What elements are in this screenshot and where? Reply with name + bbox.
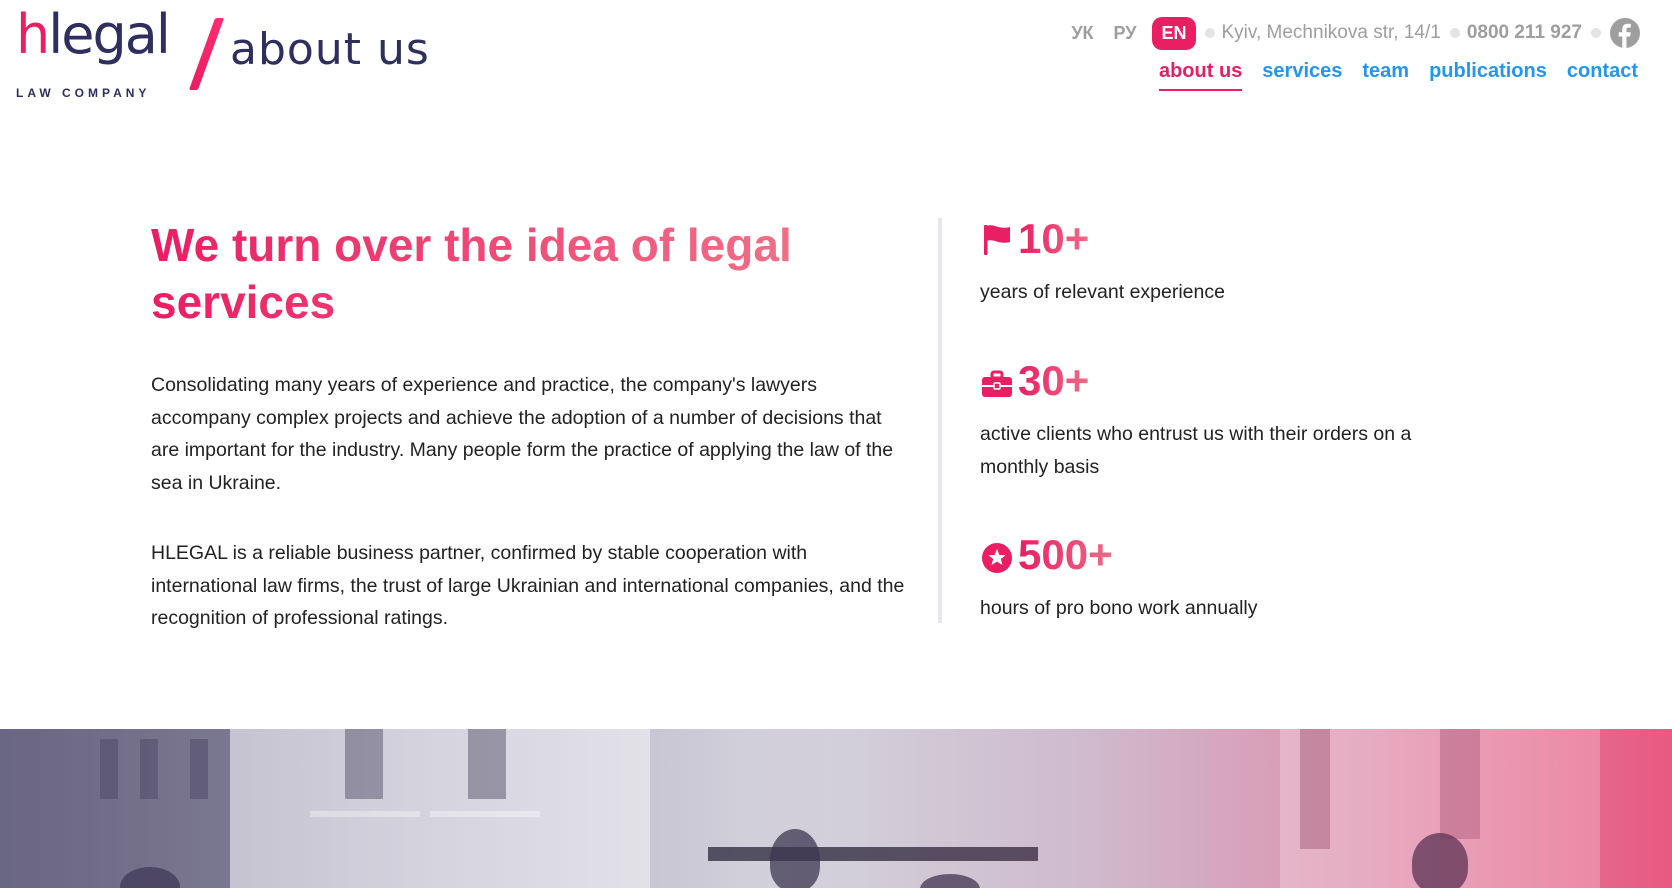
- nav-team[interactable]: team: [1362, 60, 1409, 91]
- lang-uk[interactable]: УК: [1061, 23, 1103, 44]
- headline: We turn over the idea of legal services: [151, 217, 891, 331]
- intro-paragraph: Consolidating many years of experience a…: [151, 374, 894, 494]
- stat-value: 500+: [1018, 531, 1113, 578]
- lang-ru[interactable]: РУ: [1104, 23, 1147, 44]
- team-photo: [0, 729, 1672, 888]
- separator-dot: [1204, 28, 1215, 38]
- logo-slash: [188, 18, 225, 90]
- stat-label: hours of pro bono work annually: [980, 597, 1258, 619]
- separator-dot: [1591, 28, 1601, 38]
- vertical-divider: [938, 218, 942, 623]
- stat-head: 30+: [980, 360, 1460, 402]
- flag-icon: [980, 221, 1014, 257]
- stat-label: active clients who entrust us with their…: [980, 423, 1412, 478]
- nav-about-us[interactable]: about us: [1158, 60, 1243, 91]
- phone-number[interactable]: 0800 211 927: [1467, 22, 1582, 44]
- main-nav: about us services team publications cont…: [1158, 60, 1638, 91]
- stat-clients: 30+ active clients who entrust us with t…: [980, 360, 1460, 483]
- stat-pro-bono: 500+ hours of pro bono work annually: [980, 534, 1460, 625]
- lang-en[interactable]: EN: [1152, 16, 1196, 50]
- facebook-icon[interactable]: [1610, 18, 1640, 48]
- stat-experience: 10+ years of relevant experience: [980, 218, 1460, 309]
- stat-label: years of relevant experience: [980, 281, 1225, 303]
- photo-gradient-overlay: [0, 729, 1672, 888]
- logo-wordmark: hlegal: [16, 3, 171, 66]
- stat-head: 500+: [980, 534, 1460, 576]
- star-badge-icon: [980, 537, 1014, 573]
- page-section-title: about us: [230, 24, 430, 75]
- stat-value: 10+: [1018, 215, 1090, 262]
- logo[interactable]: hlegal about us LAW COMPANY: [16, 3, 436, 101]
- briefcase-icon: [980, 363, 1014, 399]
- partner-paragraph: HLEGAL is a reliable business partner, c…: [151, 542, 905, 629]
- stat-head: 10+: [980, 218, 1460, 260]
- nav-publications[interactable]: publications: [1429, 60, 1547, 91]
- nav-services[interactable]: services: [1262, 60, 1342, 91]
- nav-contact[interactable]: contact: [1567, 60, 1638, 91]
- stat-value: 30+: [1018, 357, 1090, 404]
- logo-tagline: LAW COMPANY: [16, 86, 151, 100]
- top-bar: УК РУ EN Kyiv, Mechnikova str, 14/1 0800…: [1061, 16, 1640, 50]
- separator-dot: [1449, 28, 1460, 38]
- address: Kyiv, Mechnikova str, 14/1: [1221, 22, 1441, 43]
- facebook-glyph: [1618, 23, 1631, 48]
